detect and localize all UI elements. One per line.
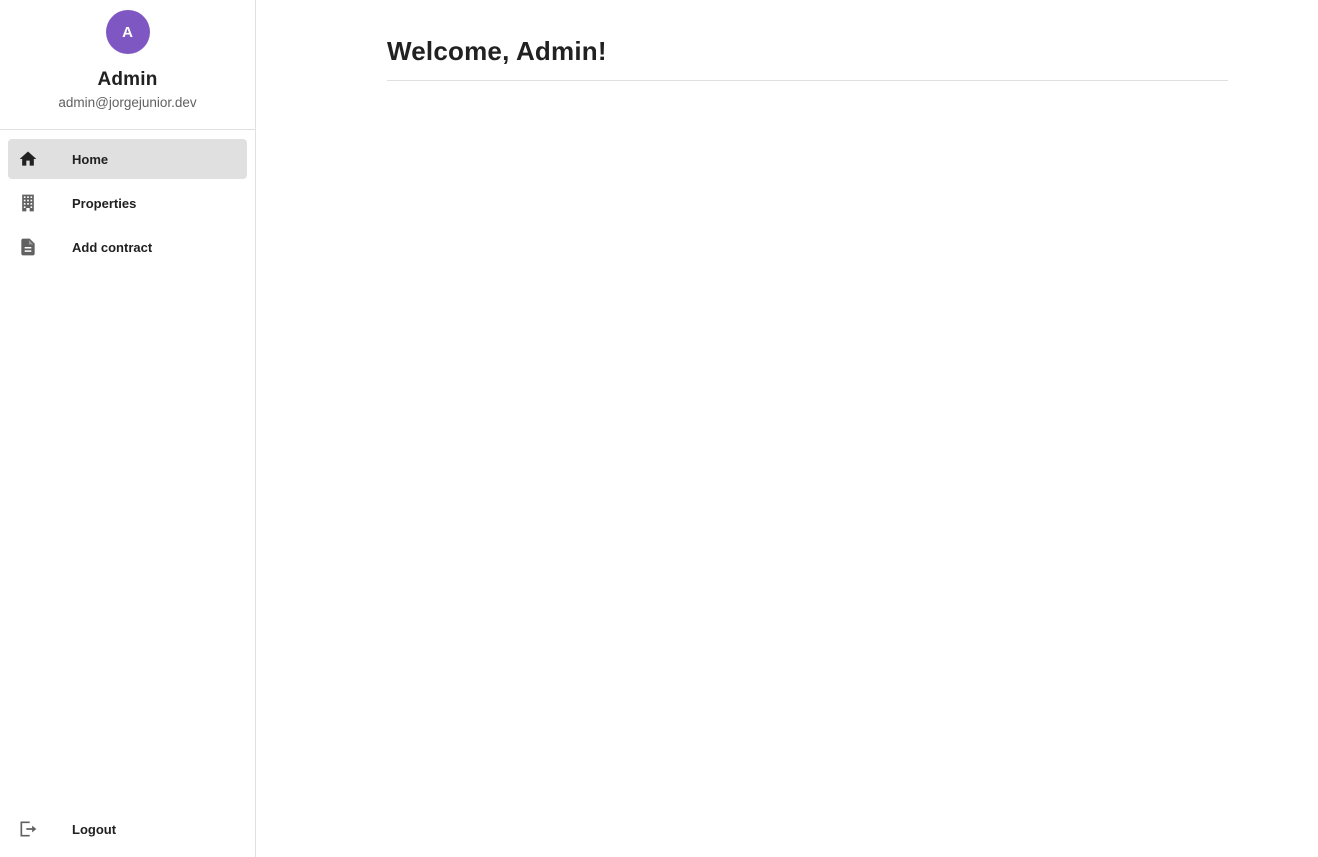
home-icon	[18, 149, 38, 169]
logout-button[interactable]: Logout	[8, 809, 247, 849]
user-email: admin@jorgejunior.dev	[58, 95, 197, 110]
page-title: Welcome, Admin!	[387, 0, 1228, 81]
user-name: Admin	[97, 69, 158, 90]
logout-icon	[18, 819, 38, 839]
sidebar: A Admin admin@jorgejunior.dev Home Prope…	[0, 0, 256, 857]
app-root: A Admin admin@jorgejunior.dev Home Prope…	[0, 0, 1318, 857]
sidebar-item-label: Home	[72, 151, 109, 167]
main-content: Welcome, Admin!	[387, 0, 1228, 81]
document-icon	[18, 237, 38, 257]
building-icon	[18, 193, 38, 213]
sidebar-item-label: Properties	[72, 195, 137, 211]
sidebar-item-add-contract[interactable]: Add contract	[8, 227, 247, 267]
user-profile: A Admin admin@jorgejunior.dev	[0, 0, 255, 130]
logout-label: Logout	[72, 821, 117, 837]
sidebar-item-home[interactable]: Home	[8, 139, 247, 179]
sidebar-nav: Home Properties Add contract	[0, 130, 255, 267]
sidebar-item-label: Add contract	[72, 239, 153, 255]
sidebar-item-properties[interactable]: Properties	[8, 183, 247, 223]
avatar: A	[105, 10, 150, 54]
